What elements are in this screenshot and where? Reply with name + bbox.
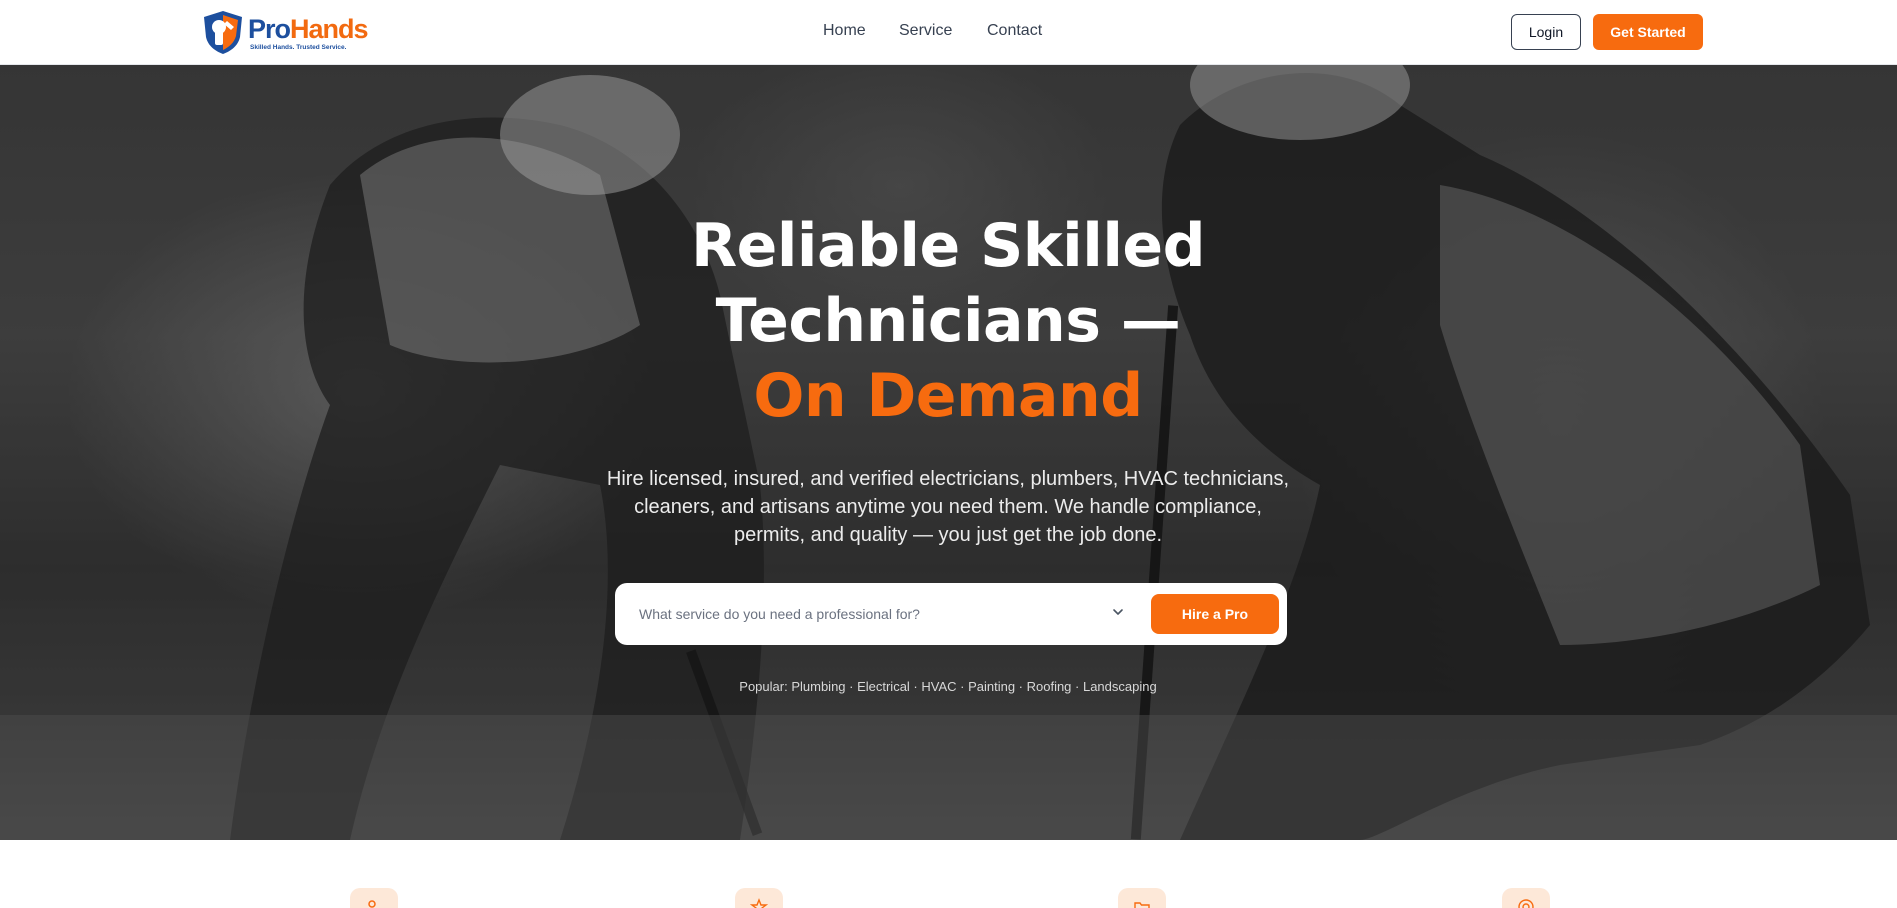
service-search-box: What service do you need a professional … — [615, 583, 1287, 645]
brand-tagline: Skilled Hands. Trusted Service. — [250, 44, 347, 51]
nav-service[interactable]: Service — [899, 20, 952, 42]
chevron-down-icon[interactable] — [1111, 605, 1125, 619]
site-header: ProHands Skilled Hands. Trusted Service.… — [0, 0, 1897, 65]
get-started-button[interactable]: Get Started — [1593, 14, 1703, 50]
shield-logo-icon — [204, 11, 242, 54]
hero-section: Reliable Skilled Technicians — On Demand… — [0, 65, 1897, 840]
hero-title: Reliable Skilled Technicians — On Demand — [548, 209, 1348, 434]
features-section — [0, 840, 1897, 908]
brand-logo[interactable]: ProHands Skilled Hands. Trusted Service. — [200, 9, 369, 55]
popular-label: Popular: — [739, 679, 788, 694]
star-icon — [750, 898, 768, 908]
login-button[interactable]: Login — [1511, 14, 1581, 50]
hero-description: Hire licensed, insured, and verified ele… — [606, 468, 1290, 546]
hire-a-pro-button[interactable]: Hire a Pro — [1151, 594, 1279, 634]
feature-icon-3 — [1118, 888, 1166, 908]
nav-contact[interactable]: Contact — [987, 20, 1042, 42]
folder-icon — [1134, 902, 1150, 908]
hero-title-accent: On Demand — [753, 361, 1143, 431]
hero-overlay — [0, 65, 1897, 840]
brand-name-part1: Pro — [248, 14, 291, 44]
service-select[interactable]: What service do you need a professional … — [639, 603, 1139, 625]
feature-icon-4 — [1502, 888, 1550, 908]
target-icon — [1518, 899, 1534, 908]
hero-title-line2: Technicians — — [715, 286, 1181, 356]
hero-title-line1: Reliable Skilled — [690, 211, 1206, 281]
feature-icon-1 — [350, 888, 398, 908]
feature-icon-2 — [735, 888, 783, 908]
brand-name-part2: Hands — [290, 14, 369, 44]
popular-services: Popular: Plumbing · Electrical · HVAC · … — [598, 677, 1298, 697]
nav-home[interactable]: Home — [823, 20, 866, 42]
popular-items[interactable]: Plumbing · Electrical · HVAC · Painting … — [791, 679, 1156, 694]
brand-name: ProHands — [248, 14, 369, 44]
users-icon — [368, 900, 376, 908]
